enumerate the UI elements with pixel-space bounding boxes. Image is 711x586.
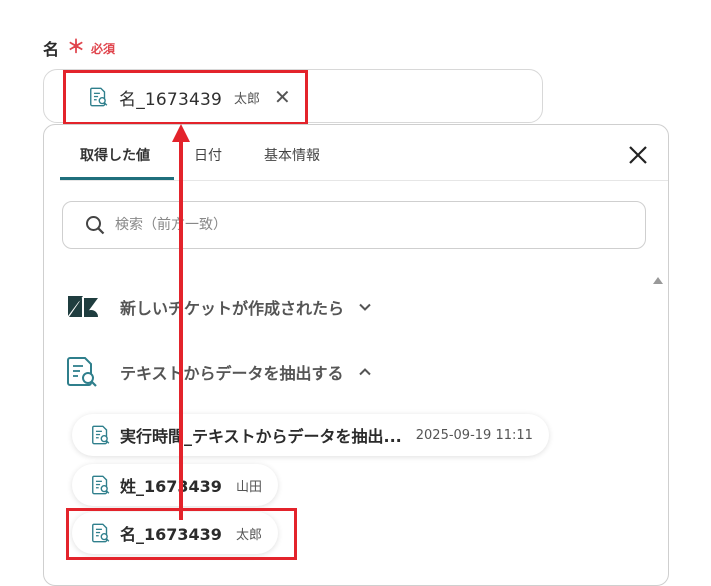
list-item[interactable]: 実行時間_テキストからデータを抽出... 2025-09-19 11:11 [72, 414, 549, 456]
document-search-icon [67, 357, 97, 387]
chevron-down-icon[interactable] [358, 300, 372, 314]
tab-basic-info[interactable]: 基本情報 [264, 145, 320, 165]
selected-chip-name: 名_1673439 [119, 89, 223, 110]
document-search-icon [92, 475, 110, 495]
document-search-icon [92, 425, 110, 445]
list-item[interactable]: 名_1673439 太郎 [72, 512, 278, 554]
document-search-icon [92, 523, 110, 543]
annotation-arrow-head [172, 124, 190, 142]
item-name: 実行時間_テキストからデータを抽出... [120, 427, 402, 446]
selected-value-chip[interactable]: 名_1673439 太郎 ✕ [78, 77, 305, 117]
search-icon [86, 216, 105, 235]
document-search-icon [90, 87, 108, 107]
section-title: 新しいチケットが作成されたら [120, 299, 345, 318]
required-mark: ＊ [67, 37, 86, 58]
tab-acquired-values[interactable]: 取得した値 [80, 145, 150, 165]
section-extract-data[interactable]: テキストからデータを抽出する [66, 355, 372, 389]
search-box [62, 201, 646, 249]
list-item[interactable]: 姓_1673439 山田 [72, 464, 278, 506]
section-new-ticket[interactable]: 新しいチケットが作成されたら [66, 290, 372, 324]
item-name: 名_1673439 [120, 525, 222, 544]
close-icon[interactable] [626, 143, 650, 167]
tab-date[interactable]: 日付 [194, 145, 222, 165]
selected-chip-value: 太郎 [234, 91, 261, 107]
close-icon[interactable]: ✕ [274, 87, 291, 107]
search-input[interactable] [113, 216, 617, 234]
tab-bar: 取得した値 日付 基本情報 [60, 125, 668, 181]
item-name: 姓_1673439 [120, 477, 222, 496]
zendesk-logo-icon [68, 296, 98, 317]
active-tab-indicator [60, 177, 174, 180]
item-value: 太郎 [235, 527, 262, 543]
item-value: 2025-09-19 11:11 [415, 427, 533, 443]
field-name: 名 [43, 40, 60, 59]
field-label: 名 ＊ 必須 [43, 36, 115, 60]
chevron-up-icon[interactable] [358, 365, 372, 379]
annotation-arrow-line [179, 140, 183, 520]
section-title: テキストからデータを抽出する [120, 364, 344, 383]
item-value: 山田 [235, 479, 262, 495]
scroll-up-icon[interactable] [653, 277, 663, 284]
required-text: 必須 [91, 41, 116, 56]
